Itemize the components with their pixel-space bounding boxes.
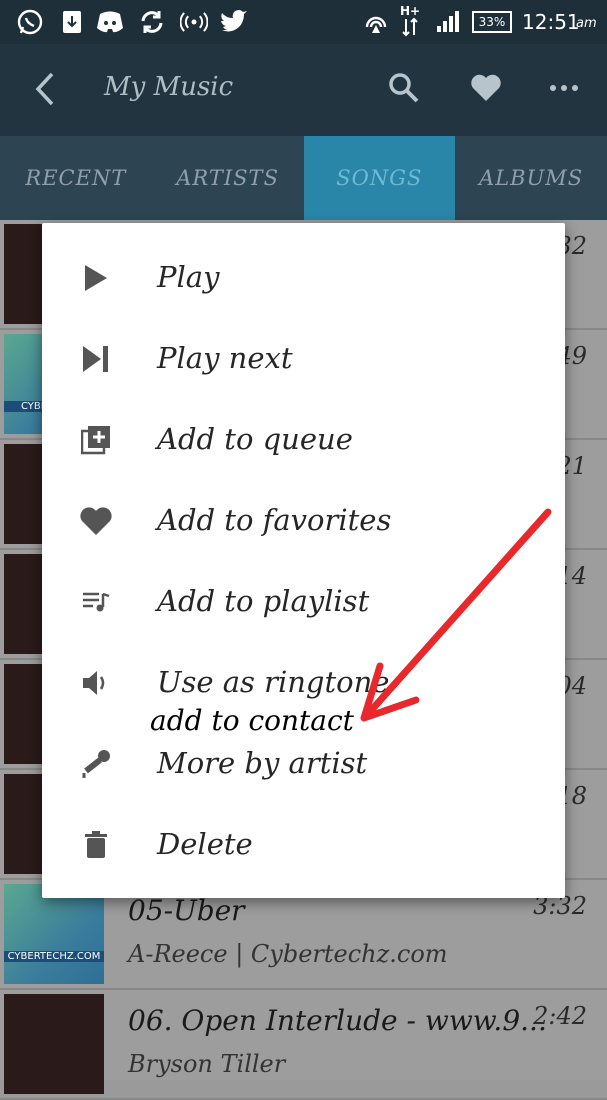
song-duration: 2:42 xyxy=(533,1002,587,1030)
sync-icon xyxy=(138,8,166,36)
tab-recent[interactable]: RECENT xyxy=(0,136,152,220)
heart-icon xyxy=(76,501,116,541)
album-art-label: CYBERTECHZ.COM xyxy=(4,951,104,962)
app-bar: My Music xyxy=(0,44,607,136)
mobile-data-icon: H+ xyxy=(396,4,424,37)
search-icon[interactable] xyxy=(384,68,424,108)
annotation-arrow-icon xyxy=(360,508,552,722)
clock: 12:51 xyxy=(522,10,580,34)
twitter-icon xyxy=(220,8,248,36)
playlist-add-icon xyxy=(76,582,116,622)
microphone-icon xyxy=(76,744,116,784)
menu-item-label: More by artist xyxy=(157,746,368,780)
annotation-text: add to contact xyxy=(150,704,354,737)
signal-icon xyxy=(434,8,462,36)
menu-item-label: Add to playlist xyxy=(157,584,370,618)
menu-item-delete[interactable]: Delete xyxy=(42,805,565,885)
tab-songs[interactable]: SONGS xyxy=(303,136,456,220)
menu-item-add-to-queue[interactable]: Add to queue xyxy=(42,400,565,480)
download-icon xyxy=(58,8,86,36)
queue-add-icon xyxy=(76,420,116,460)
song-title: 05-Uber xyxy=(128,894,245,927)
page-title: My Music xyxy=(104,72,234,102)
menu-item-play[interactable]: Play xyxy=(42,238,565,318)
skip-next-icon xyxy=(76,339,116,379)
menu-item-label: Add to queue xyxy=(157,422,353,456)
menu-item-play-next[interactable]: Play next xyxy=(42,319,565,399)
song-artist: A-Reece | Cybertechz.com xyxy=(128,940,448,968)
trash-icon xyxy=(76,825,116,865)
album-art xyxy=(4,994,104,1094)
more-options-icon[interactable] xyxy=(544,68,584,108)
discord-icon xyxy=(96,8,124,36)
tab-bar: RECENT ARTISTS SONGS ALBUMS xyxy=(0,136,607,220)
tab-albums[interactable]: ALBUMS xyxy=(455,136,607,220)
hotspot-icon xyxy=(180,8,208,36)
whatsapp-icon xyxy=(16,8,44,36)
menu-item-label: Delete xyxy=(157,827,253,861)
tab-artists[interactable]: ARTISTS xyxy=(152,136,304,220)
menu-item-label: Play xyxy=(157,260,220,294)
battery-icon: 33% xyxy=(470,8,514,36)
album-art: CYBERTECHZ.COM xyxy=(4,884,104,984)
song-title: 06. Open Interlude - www.9... xyxy=(128,1004,547,1037)
song-artist: Bryson Tiller xyxy=(128,1050,286,1078)
back-arrow-icon[interactable] xyxy=(30,68,60,110)
menu-item-label: Play next xyxy=(157,341,293,375)
favorites-heart-icon[interactable] xyxy=(466,68,506,108)
volume-icon xyxy=(76,663,116,703)
list-item[interactable]: 06. Open Interlude - www.9... Bryson Til… xyxy=(0,990,607,1100)
play-icon xyxy=(76,258,116,298)
cast-icon xyxy=(362,8,390,36)
status-bar: H+ 33% 12:51 am xyxy=(0,0,607,44)
clock-ampm: am xyxy=(576,16,597,31)
